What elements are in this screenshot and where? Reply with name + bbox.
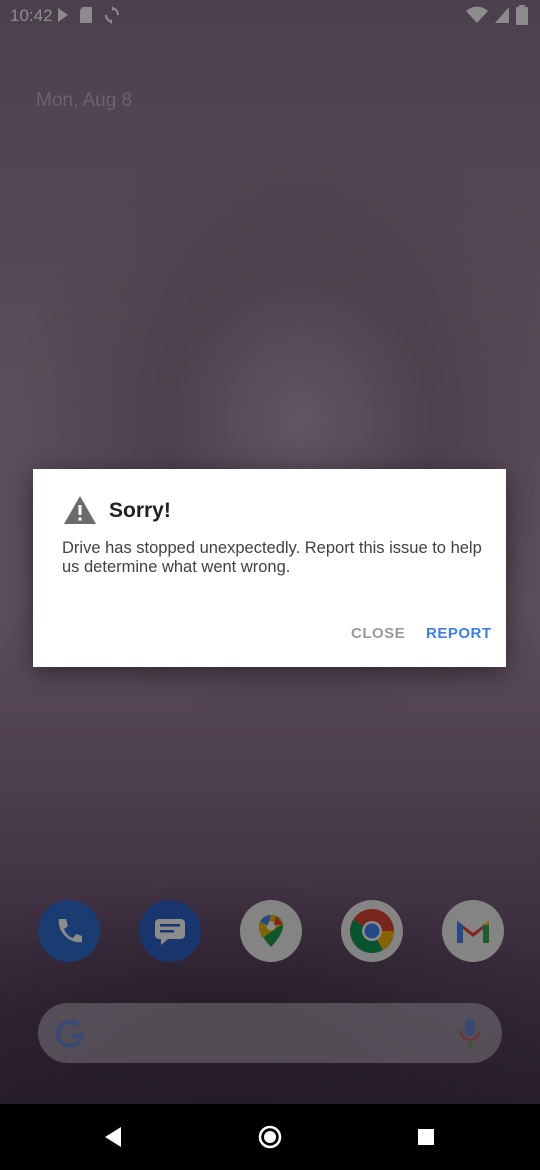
home-icon[interactable]: [257, 1124, 283, 1150]
close-button[interactable]: CLOSE: [341, 619, 415, 648]
back-icon[interactable]: [101, 1124, 127, 1150]
report-button[interactable]: REPORT: [416, 619, 502, 648]
warning-icon: [64, 496, 96, 524]
app-crash-dialog: Sorry! Drive has stopped unexpectedly. R…: [33, 469, 506, 667]
dialog-message: Drive has stopped unexpectedly. Report t…: [62, 539, 482, 576]
dialog-title: Sorry!: [109, 499, 171, 522]
navigation-bar: [0, 1104, 540, 1170]
recents-icon[interactable]: [413, 1124, 439, 1150]
